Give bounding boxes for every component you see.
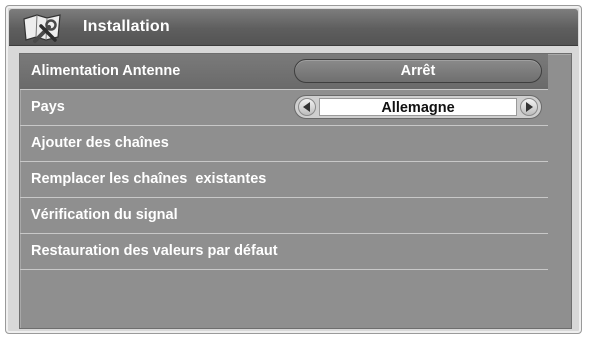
arrow-left-icon[interactable] xyxy=(298,98,316,116)
title-bar: Installation xyxy=(9,9,578,46)
country-selector[interactable]: Allemagne xyxy=(294,95,542,119)
arrow-right-icon[interactable] xyxy=(520,98,538,116)
menu-item-label: Remplacer les chaînes existantes xyxy=(31,171,267,187)
menu-item-label: Vérification du signal xyxy=(31,207,178,223)
country-value-field: Allemagne xyxy=(319,98,517,116)
menu-item-label: Ajouter des chaînes xyxy=(31,135,169,151)
antenna-power-value[interactable]: Arrêt xyxy=(294,59,542,83)
window-title: Installation xyxy=(83,18,170,35)
menu-item-label: Alimentation Antenne xyxy=(31,63,181,79)
menu-item-antenna-power[interactable]: Alimentation Antenne Arrêt xyxy=(20,54,548,90)
menu-item-replace-channels[interactable]: Remplacer les chaînes existantes xyxy=(20,162,548,198)
menu-item-country[interactable]: Pays Allemagne xyxy=(20,90,548,126)
menu-item-label: Restauration des valeurs par défaut xyxy=(31,243,278,259)
installation-window: Installation Alimentation Antenne Arrêt … xyxy=(5,5,582,334)
country-value-text: Allemagne xyxy=(381,100,455,116)
menu-item-add-channels[interactable]: Ajouter des chaînes xyxy=(20,126,548,162)
menu-item-label: Pays xyxy=(31,99,65,115)
antenna-power-value-text: Arrêt xyxy=(400,63,436,79)
menu-list: Alimentation Antenne Arrêt Pays Allemagn… xyxy=(19,53,572,329)
tools-icon xyxy=(21,12,65,44)
menu-item-signal-check[interactable]: Vérification du signal xyxy=(20,198,548,234)
menu-item-restore-defaults[interactable]: Restauration des valeurs par défaut xyxy=(20,234,548,270)
